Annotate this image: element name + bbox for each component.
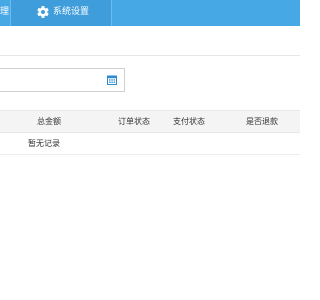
nav-item-previous[interactable]: 理 — [0, 0, 9, 26]
nav-item-system-settings[interactable]: 系统设置 — [11, 0, 111, 26]
table-empty-row: 暂无记录 — [0, 133, 300, 155]
table-header: 总金额 订单状态 支付状态 是否退款 — [0, 110, 300, 133]
nav-separator — [111, 0, 112, 26]
column-header-refund: 是否退款 — [246, 117, 278, 126]
empty-message: 暂无记录 — [28, 139, 60, 148]
column-header-order-status: 订单状态 — [118, 117, 150, 126]
top-navigation-bar: 理 系统设置 — [0, 0, 300, 26]
section-divider — [0, 55, 300, 56]
nav-item-label: 系统设置 — [53, 7, 90, 17]
gear-icon — [37, 6, 49, 18]
column-header-payment-status: 支付状态 — [173, 117, 205, 126]
date-filter-input[interactable] — [0, 68, 125, 92]
calendar-icon[interactable] — [107, 75, 117, 85]
column-header-total-amount: 总金额 — [37, 117, 61, 126]
